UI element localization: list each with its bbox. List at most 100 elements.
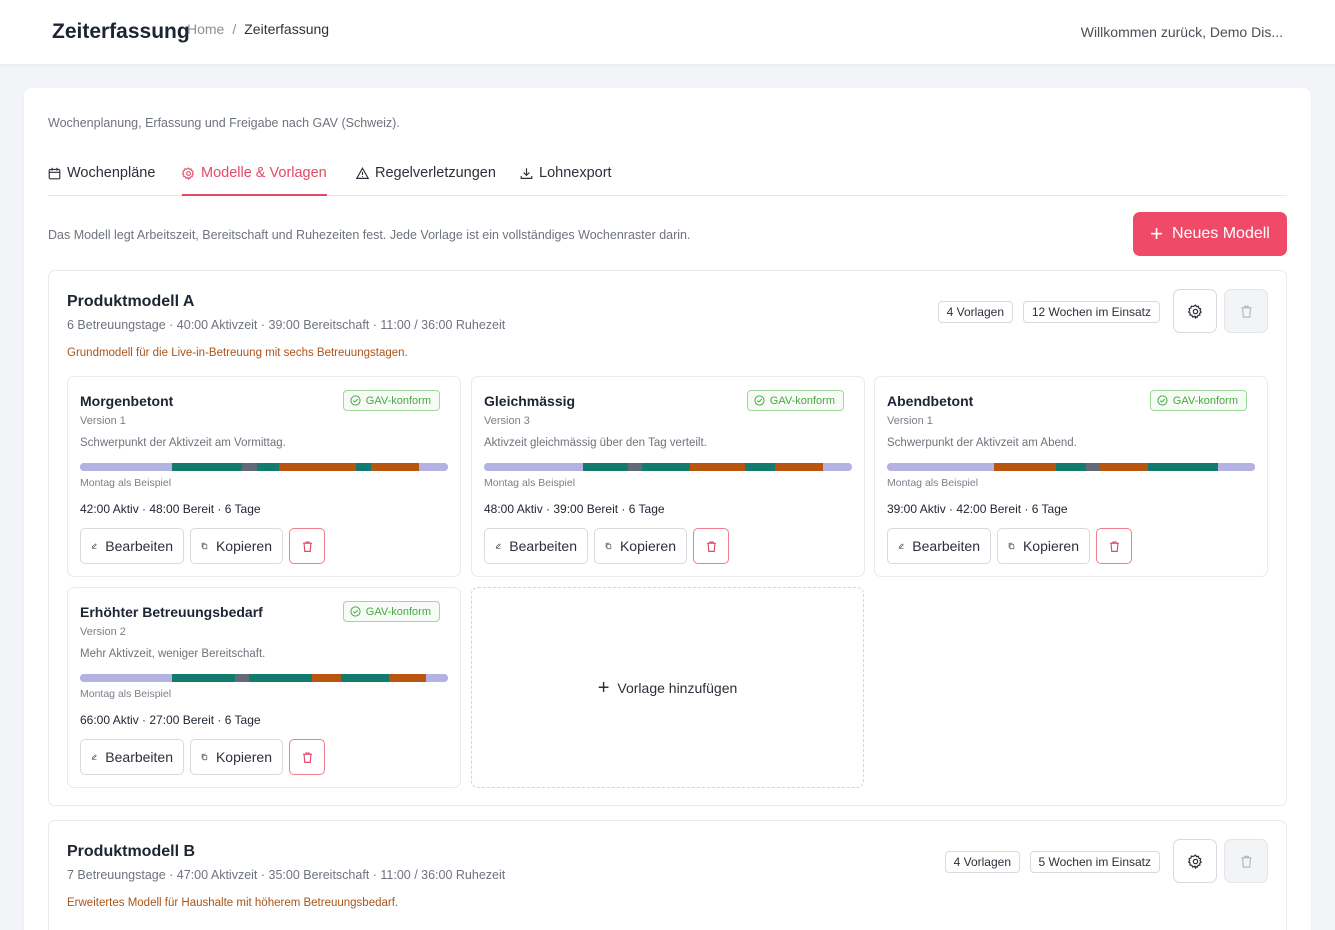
timeline-segment-spezial xyxy=(311,674,342,682)
check-circle-icon xyxy=(754,395,765,406)
tab-bar: Wochenpläne Modelle & Vorlagen Regelverl… xyxy=(48,150,1287,196)
trash-icon xyxy=(1109,540,1119,552)
copy-label: Kopieren xyxy=(1022,538,1079,554)
gav-label: GAV-konform xyxy=(365,605,431,618)
copy-button[interactable]: Kopieren xyxy=(997,528,1090,564)
timeline-segment-spezial xyxy=(774,463,823,471)
timeline-segment-aktiv xyxy=(583,463,628,471)
trash-icon xyxy=(706,540,716,552)
template-name: Erhöhter Betreuungsbedarf xyxy=(80,604,263,620)
delete-template-button[interactable] xyxy=(289,528,325,564)
template-description: Mehr Aktivzeit, weniger Bereitschaft. xyxy=(80,648,266,660)
tab-label: Lohnexport xyxy=(539,165,612,181)
top-bar: Zeiterfassung Home / Zeiterfassung Willkom… xyxy=(0,0,1335,64)
template-version: Version 3 xyxy=(484,415,530,427)
tab-modelle-vorlagen[interactable]: Modelle & Vorlagen xyxy=(182,165,327,196)
check-circle-icon xyxy=(350,606,361,617)
timeline-segment-spezial xyxy=(389,674,426,682)
timeline-segment-spezial xyxy=(690,463,746,471)
copy-label: Kopieren xyxy=(215,538,272,554)
timeline-segment-pause xyxy=(1085,463,1101,471)
page-subtitle: Wochenplanung, Erfassung und Freigabe na… xyxy=(48,116,400,130)
template-version: Version 1 xyxy=(887,415,933,427)
plus-icon: + xyxy=(597,676,610,699)
timeline-segment-spezial xyxy=(278,463,356,471)
timeline-segment-aktiv xyxy=(249,674,312,682)
tab-label: Modelle & Vorlagen xyxy=(201,165,327,181)
template-version: Version 2 xyxy=(80,626,126,638)
calendar-icon xyxy=(48,167,61,179)
gear-icon xyxy=(1187,303,1202,319)
copy-icon xyxy=(605,542,612,550)
delete-template-button[interactable] xyxy=(1096,528,1132,564)
edit-button[interactable]: Bearbeiten xyxy=(484,528,588,564)
app-title: Zeiterfassung xyxy=(52,20,190,43)
timeline-segment-bereit xyxy=(425,674,448,682)
timeline-segment-bereit xyxy=(1218,463,1255,471)
timeline-segment-bereit xyxy=(80,463,172,471)
template-card: Morgenbetont Version 1 GAV-konform Schwe… xyxy=(67,376,461,577)
tab-regelverletzungen[interactable]: Regelverletzungen xyxy=(356,165,496,181)
template-stats: 66:00 Aktiv · 27:00 Bereit · 6 Tage xyxy=(80,713,261,727)
timeline-segment-aktiv xyxy=(1148,463,1219,471)
tab-label: Regelverletzungen xyxy=(375,165,496,181)
model-name: Produktmodell B xyxy=(67,843,196,860)
breadcrumb-home[interactable]: Home xyxy=(187,21,224,37)
new-model-button[interactable]: + Neues Modell xyxy=(1133,212,1287,256)
gear-icon xyxy=(1187,853,1202,869)
edit-button[interactable]: Bearbeiten xyxy=(80,739,184,775)
edit-label: Bearbeiten xyxy=(105,538,173,554)
pencil-icon xyxy=(91,543,97,550)
gav-badge: GAV-konform xyxy=(342,390,440,411)
model-name: Produktmodell A xyxy=(67,293,195,310)
model-delete-button[interactable] xyxy=(1224,839,1268,883)
vorlagen-count-badge: 4 Vorlagen xyxy=(937,301,1013,323)
model-settings-button[interactable] xyxy=(1173,289,1217,333)
copy-button[interactable]: Kopieren xyxy=(190,528,283,564)
model-delete-button[interactable] xyxy=(1224,289,1268,333)
edit-label: Bearbeiten xyxy=(509,538,577,554)
template-name: Abendbetont xyxy=(887,393,974,409)
model-description: Erweitertes Modell für Haushalte mit höh… xyxy=(67,897,399,909)
timeline-segment-spezial xyxy=(370,463,419,471)
breadcrumb-current: Zeiterfassung xyxy=(244,21,330,37)
template-stats: 48:00 Aktiv · 39:00 Bereit · 6 Tage xyxy=(484,502,665,516)
delete-template-button[interactable] xyxy=(693,528,729,564)
model-card: Produktmodell A 6 Betreuungstage · 40:00… xyxy=(48,270,1287,806)
timeline-segment-spezial xyxy=(993,463,1057,471)
model-description: Grundmodell für die Live-in-Betreuung mi… xyxy=(67,347,408,359)
gav-badge: GAV-konform xyxy=(342,601,440,622)
weeks-in-use-badge: 5 Wochen im Einsatz xyxy=(1029,851,1160,873)
template-stats: 39:00 Aktiv · 42:00 Bereit · 6 Tage xyxy=(887,502,1068,516)
pencil-icon xyxy=(495,543,501,550)
template-card: Abendbetont Version 1 GAV-konform Schwer… xyxy=(874,376,1268,577)
welcome-user-menu[interactable]: Willkommen zurück, Demo Dis... xyxy=(1081,24,1283,40)
timeline-note: Montag als Beispiel xyxy=(80,477,172,489)
timeline-note: Montag als Beispiel xyxy=(80,688,172,700)
model-settings-button[interactable] xyxy=(1173,839,1217,883)
day-timeline-bar xyxy=(887,463,1255,471)
warning-triangle-icon xyxy=(356,166,369,179)
day-timeline-bar xyxy=(484,463,852,471)
main-panel: Wochenplanung, Erfassung und Freigabe na… xyxy=(24,88,1311,930)
tab-lohnexport[interactable]: Lohnexport xyxy=(520,165,612,181)
copy-button[interactable]: Kopieren xyxy=(190,739,283,775)
timeline-segment-aktiv xyxy=(172,463,242,471)
template-description: Schwerpunkt der Aktivzeit am Abend. xyxy=(887,437,1077,449)
timeline-segment-bereit xyxy=(887,463,994,471)
breadcrumb: Home / Zeiterfassung xyxy=(187,21,329,37)
add-template-tile[interactable]: + Vorlage hinzufügen xyxy=(471,587,864,788)
timeline-note: Montag als Beispiel xyxy=(484,477,576,489)
edit-button[interactable]: Bearbeiten xyxy=(887,528,991,564)
delete-template-button[interactable] xyxy=(289,739,325,775)
copy-button[interactable]: Kopieren xyxy=(594,528,687,564)
pencil-icon xyxy=(91,754,97,761)
timeline-segment-aktiv xyxy=(256,463,279,471)
plus-icon: + xyxy=(1150,221,1164,246)
timeline-segment-pause xyxy=(241,463,257,471)
trash-icon xyxy=(1240,855,1252,868)
tab-wochenplaene[interactable]: Wochenpläne xyxy=(48,165,155,181)
edit-button[interactable]: Bearbeiten xyxy=(80,528,184,564)
template-version: Version 1 xyxy=(80,415,126,427)
timeline-segment-aktiv xyxy=(642,463,691,471)
